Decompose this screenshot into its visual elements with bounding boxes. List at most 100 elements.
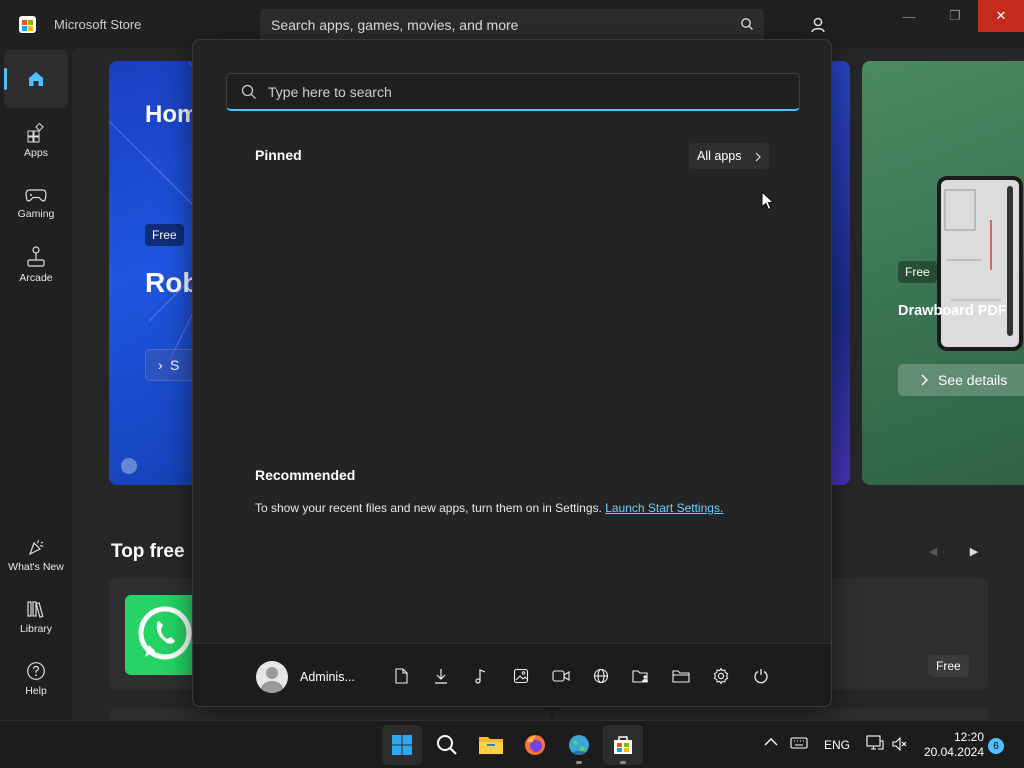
taskbar-network-app[interactable] [559,725,599,765]
network-icon [593,668,609,684]
app-card-row-2 [109,708,549,720]
settings-icon [713,667,729,685]
videos-button[interactable] [551,666,571,686]
sidebar-item-label: What's New [8,561,64,573]
taskbar: ENG 12:20 20.04.2024 6 [0,720,1024,768]
videos-icon [552,670,570,682]
user-icon [811,17,825,33]
top-free-heading: Top free [111,541,185,562]
sidebar-item-library[interactable]: Library [4,588,68,646]
tablet-device-image [937,176,1023,351]
taskbar-file-explorer[interactable] [471,725,511,765]
sidebar-item-whats-new[interactable]: What's New [4,526,68,584]
keyboard-icon [790,737,808,749]
chevron-right-icon: › [158,357,163,373]
start-footer: Adminis... [193,643,831,706]
documents-icon [395,668,408,684]
volume-button[interactable] [892,736,908,755]
firefox-icon [525,735,545,755]
scroll-left-button[interactable]: ◀ [925,543,941,559]
library-icon [27,601,44,618]
app-card-row-2 [555,708,988,720]
sidebar-nav: Apps Gaming Arcade What's New Library He… [0,48,72,720]
app-card[interactable]: Free [824,578,988,690]
clock-date: 20.04.2024 [923,745,984,759]
network-wired-icon [866,735,884,750]
hero-app-name: Drawboard PDF [898,303,1007,319]
start-menu: Pinned All apps Recommended To show your… [192,39,832,707]
mouse-cursor-icon [761,190,775,216]
search-icon[interactable] [740,17,754,36]
network-status-button[interactable] [866,735,884,754]
file-explorer-icon [479,737,503,754]
music-icon [475,669,486,684]
recommended-message: To show your recent files and new apps, … [255,501,723,515]
window-title: Microsoft Store [54,17,142,32]
clock[interactable]: 12:20 20.04.2024 [918,730,984,760]
apps-icon [27,123,44,143]
running-indicator [620,761,626,764]
power-icon [754,669,768,684]
show-hidden-icons-button[interactable] [764,736,778,750]
sidebar-item-help[interactable]: Help [4,650,68,708]
network-button[interactable] [591,666,611,686]
close-button[interactable]: ✕ [978,0,1024,32]
gamepad-icon [25,189,47,202]
sidebar-item-label: Gaming [17,208,55,220]
hero-title: Hom [145,101,199,128]
microsoft-store-icon [614,736,632,754]
party-icon [28,539,44,556]
chevron-right-icon: ▶ [969,545,979,558]
microsoft-store-logo-icon [19,16,36,33]
see-details-button[interactable]: See details [898,364,1024,396]
personal-folder-button[interactable] [631,666,651,686]
user-account-button[interactable]: Adminis... [256,661,355,693]
hero-banner-right[interactable]: Free Drawboard PDF See details [862,61,1024,485]
free-badge: Free [145,224,184,246]
windows-start-icon [392,735,412,755]
file-explorer-button[interactable] [671,666,691,686]
recommended-heading: Recommended [255,467,356,483]
maximize-button[interactable]: ❐ [932,0,978,32]
minimize-button[interactable]: — [886,0,932,32]
taskbar-search-button[interactable] [427,725,467,765]
chevron-right-icon [920,373,928,389]
input-language[interactable]: ENG [824,738,850,752]
all-apps-button[interactable]: All apps [689,143,769,169]
file-explorer-icon [672,670,690,683]
sidebar-item-label: Help [25,685,47,697]
taskbar-microsoft-store[interactable] [603,725,643,765]
sidebar-item-home[interactable] [4,50,68,108]
launch-start-settings-link[interactable]: Launch Start Settings. [605,501,723,515]
desktop: Microsoft Store Search apps, games, movi… [0,0,1024,768]
account-button[interactable] [802,9,834,41]
store-search-box[interactable]: Search apps, games, movies, and more [260,9,764,41]
start-button[interactable] [382,725,422,765]
chevron-left-icon: ◀ [928,545,938,558]
sidebar-item-apps[interactable]: Apps [4,112,68,170]
settings-button[interactable] [711,666,731,686]
volume-muted-icon [892,736,907,752]
chevron-up-icon [764,738,778,746]
free-badge: Free [928,655,969,677]
pictures-button[interactable] [511,666,531,686]
sidebar-item-arcade[interactable]: Arcade [4,236,68,294]
clock-time: 12:20 [953,730,984,744]
brand-mark-icon [121,458,137,474]
pictures-icon [513,668,529,684]
pinned-heading: Pinned [255,147,302,163]
hero-button-label: S [170,357,180,373]
start-search-box[interactable] [226,73,800,111]
sidebar-item-gaming[interactable]: Gaming [4,174,68,232]
power-button[interactable] [751,666,771,686]
taskbar-firefox[interactable] [515,725,555,765]
free-badge: Free [898,261,937,283]
chevron-right-icon [755,151,761,165]
music-button[interactable] [471,666,491,686]
touch-keyboard-button[interactable] [790,737,808,752]
documents-button[interactable] [391,666,411,686]
notification-badge[interactable]: 6 [988,738,1004,754]
scroll-right-button[interactable]: ▶ [966,543,982,559]
downloads-button[interactable] [431,666,451,686]
start-search-input[interactable] [268,82,768,102]
